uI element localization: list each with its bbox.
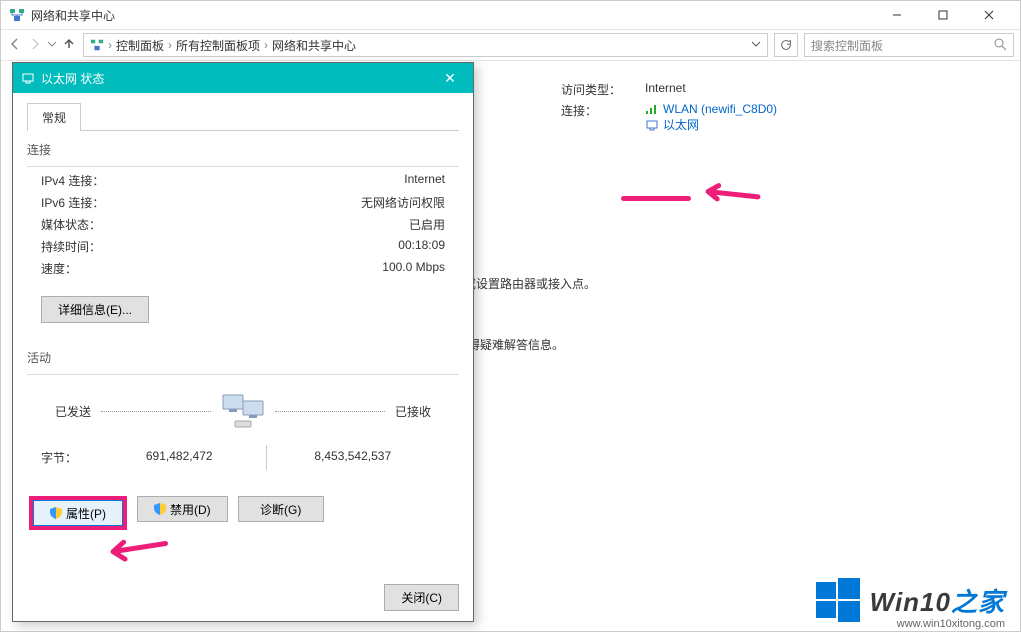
ipv6-label: IPv6 连接：	[41, 194, 361, 211]
search-input[interactable]: 搜索控制面板	[804, 33, 1014, 57]
address-bar: › 控制面板 › 所有控制面板项 › 网络和共享中心 搜索控制面板	[1, 29, 1020, 61]
speed-label: 速度：	[41, 260, 382, 277]
ipv4-value: Internet	[404, 172, 445, 189]
shield-icon	[50, 507, 62, 519]
breadcrumb-icon	[90, 38, 104, 52]
maximize-button[interactable]	[920, 1, 966, 29]
breadcrumb-item[interactable]: 所有控制面板项	[176, 37, 260, 54]
sent-label: 已发送	[55, 403, 91, 420]
chevron-right-icon: ›	[264, 38, 268, 52]
network-info-panel: 访问类型： Internet 连接： WLAN (newifi_C8D0) 以太…	[561, 81, 777, 137]
breadcrumb[interactable]: › 控制面板 › 所有控制面板项 › 网络和共享中心	[83, 33, 768, 57]
disable-button[interactable]: 禁用(D)	[137, 496, 228, 522]
group-connection-label: 连接	[27, 141, 459, 158]
bytes-sent-value: 691,482,472	[101, 449, 258, 466]
details-button[interactable]: 详细信息(E)...	[41, 296, 149, 323]
ethernet-status-dialog: 以太网 状态 ✕ 常规 连接 IPv4 连接：Internet IPv6 连接：…	[12, 62, 474, 622]
annotation-highlight: 属性(P)	[29, 496, 127, 530]
ethernet-link[interactable]: 以太网	[645, 116, 777, 133]
duration-label: 持续时间：	[41, 238, 398, 255]
duration-value: 00:18:09	[398, 238, 445, 255]
received-label: 已接收	[395, 403, 431, 420]
shield-icon	[154, 503, 166, 515]
watermark: Win10之家	[816, 578, 1005, 622]
ethernet-icon	[645, 119, 659, 131]
media-state-label: 媒体状态：	[41, 216, 409, 233]
parent-title: 网络和共享中心	[31, 7, 874, 24]
back-button[interactable]	[7, 36, 23, 55]
access-type-label: 访问类型：	[561, 81, 621, 98]
page-text-router: 或设置路由器或接入点。	[464, 275, 596, 292]
network-center-icon	[9, 7, 25, 23]
up-button[interactable]	[61, 36, 77, 55]
watermark-url: www.win10xitong.com	[897, 618, 1005, 630]
breadcrumb-item[interactable]: 控制面板	[116, 37, 164, 54]
minimize-button[interactable]	[874, 1, 920, 29]
diagnose-button[interactable]: 诊断(G)	[238, 496, 324, 522]
bytes-label: 字节：	[41, 449, 101, 466]
properties-button[interactable]: 属性(P)	[33, 500, 123, 526]
search-placeholder: 搜索控制面板	[811, 37, 883, 54]
dialog-titlebar[interactable]: 以太网 状态 ✕	[13, 63, 473, 93]
refresh-button[interactable]	[774, 33, 798, 57]
bytes-received-value: 8,453,542,537	[275, 449, 432, 466]
ipv4-label: IPv4 连接：	[41, 172, 404, 189]
breadcrumb-item[interactable]: 网络和共享中心	[272, 37, 356, 54]
tab-general[interactable]: 常规	[27, 103, 81, 131]
speed-value: 100.0 Mbps	[382, 260, 445, 277]
recent-button[interactable]	[47, 38, 57, 52]
media-state-value: 已启用	[409, 216, 445, 233]
chevron-down-icon[interactable]	[751, 38, 761, 52]
signal-icon	[645, 103, 659, 115]
dialog-title: 以太网 状态	[41, 70, 435, 87]
nav-arrows	[7, 36, 77, 55]
ipv6-value: 无网络访问权限	[361, 194, 445, 211]
group-activity-label: 活动	[27, 349, 459, 366]
dialog-close-button[interactable]: ✕	[435, 63, 465, 93]
watermark-text: Win10之家	[870, 582, 1005, 619]
search-icon	[993, 37, 1007, 54]
chevron-right-icon: ›	[108, 38, 112, 52]
connections-label: 连接：	[561, 102, 621, 133]
annotation-arrow	[696, 167, 766, 225]
access-type-value: Internet	[645, 81, 686, 98]
computers-icon	[221, 391, 265, 431]
annotation-underline	[621, 196, 691, 201]
dialog-tabs: 常规	[27, 103, 459, 131]
chevron-right-icon: ›	[168, 38, 172, 52]
parent-titlebar: 网络和共享中心	[1, 1, 1020, 29]
ethernet-icon	[21, 71, 35, 85]
window-controls	[874, 1, 1012, 29]
windows-logo-icon	[816, 578, 860, 622]
close-button[interactable]	[966, 1, 1012, 29]
wlan-link[interactable]: WLAN (newifi_C8D0)	[645, 102, 777, 116]
forward-button[interactable]	[27, 36, 43, 55]
close-button[interactable]: 关闭(C)	[384, 584, 459, 611]
